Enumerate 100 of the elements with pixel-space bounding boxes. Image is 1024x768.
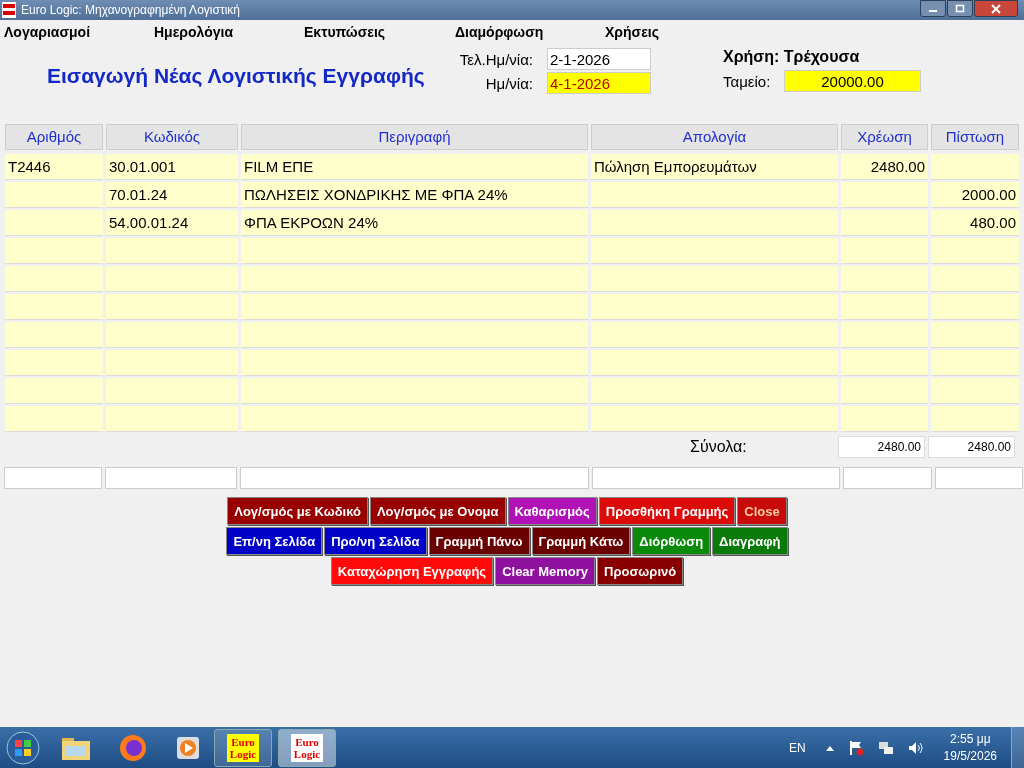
action-button[interactable]: Επ/νη Σελίδα	[226, 527, 323, 555]
clock-time[interactable]: 2:55 μμ	[950, 730, 991, 748]
table-cell[interactable]	[591, 350, 838, 376]
table-cell[interactable]	[591, 322, 838, 348]
table-cell[interactable]	[841, 406, 928, 432]
taskbar-app-button[interactable]: Euro Logic	[278, 728, 336, 767]
table-cell[interactable]	[241, 378, 588, 404]
table-cell[interactable]	[241, 266, 588, 292]
table-cell[interactable]	[931, 238, 1019, 264]
table-cell[interactable]	[106, 350, 238, 376]
table-cell[interactable]	[106, 406, 238, 432]
table-cell[interactable]: 70.01.24	[106, 182, 238, 208]
action-button[interactable]: Προ/νη Σελίδα	[324, 527, 427, 555]
table-cell[interactable]	[106, 322, 238, 348]
table-cell[interactable]	[241, 238, 588, 264]
table-cell[interactable]	[241, 406, 588, 432]
show-desktop-button[interactable]	[1011, 727, 1024, 768]
flag-icon[interactable]	[847, 739, 864, 756]
action-button[interactable]: Λογ/σμός με Κωδικό	[227, 497, 368, 525]
action-button[interactable]: Καταχώρηση Εγγραφής	[330, 557, 494, 585]
table-cell[interactable]	[841, 266, 928, 292]
table-cell[interactable]	[241, 322, 588, 348]
table-cell[interactable]	[106, 266, 238, 292]
table-cell[interactable]: ΦΠΑ ΕΚΡΟΩΝ 24%	[241, 210, 588, 236]
table-cell[interactable]: 2000.00	[931, 182, 1019, 208]
table-cell[interactable]	[931, 378, 1019, 404]
table-cell[interactable]: Πώληση Εμπορευμάτων	[591, 154, 838, 180]
minimize-button[interactable]	[920, 0, 946, 17]
table-cell[interactable]	[931, 266, 1019, 292]
table-cell[interactable]: 30.01.001	[106, 154, 238, 180]
start-button[interactable]	[6, 730, 40, 765]
table-cell[interactable]	[5, 350, 103, 376]
table-cell[interactable]	[591, 210, 838, 236]
input-field[interactable]	[592, 467, 840, 489]
input-field[interactable]	[240, 467, 589, 489]
menu-item[interactable]: Χρήσεις	[605, 24, 755, 40]
table-cell[interactable]	[841, 210, 928, 236]
table-cell[interactable]	[841, 378, 928, 404]
menu-item[interactable]: Ημερολόγια	[154, 24, 304, 40]
table-cell[interactable]: 2480.00	[841, 154, 928, 180]
taskbar-app-button[interactable]: Euro Logic	[214, 728, 272, 767]
table-cell[interactable]	[5, 238, 103, 264]
table-cell[interactable]	[841, 294, 928, 320]
table-cell[interactable]: 480.00	[931, 210, 1019, 236]
table-cell[interactable]	[5, 378, 103, 404]
menu-item[interactable]: Λογαριασμοί	[4, 24, 154, 40]
input-field[interactable]	[105, 467, 237, 489]
table-cell[interactable]: T2446	[5, 154, 103, 180]
input-field[interactable]	[4, 467, 102, 489]
action-button[interactable]: Διαγραφή	[712, 527, 788, 555]
table-cell[interactable]: ΠΩΛΗΣΕΙΣ ΧΟΝΔΡΙΚΗΣ ΜΕ ΦΠΑ 24%	[241, 182, 588, 208]
action-button[interactable]: Γραμμή Πάνω	[428, 527, 530, 555]
table-cell[interactable]	[841, 350, 928, 376]
date-field[interactable]: 4-1-2026	[547, 72, 651, 94]
table-cell[interactable]	[591, 266, 838, 292]
table-cell[interactable]	[591, 378, 838, 404]
table-cell[interactable]	[591, 294, 838, 320]
table-cell[interactable]	[931, 294, 1019, 320]
table-cell[interactable]	[241, 350, 588, 376]
action-button[interactable]: Λογ/σμός με Ονομα	[369, 497, 506, 525]
table-cell[interactable]	[106, 238, 238, 264]
table-cell[interactable]	[5, 210, 103, 236]
table-cell[interactable]	[106, 294, 238, 320]
network-icon[interactable]	[877, 739, 894, 756]
table-cell[interactable]: 54.00.01.24	[106, 210, 238, 236]
last-date-field[interactable]: 2-1-2026	[547, 48, 651, 70]
table-cell[interactable]	[5, 182, 103, 208]
table-cell[interactable]	[5, 294, 103, 320]
table-cell[interactable]	[931, 406, 1019, 432]
table-cell[interactable]	[241, 294, 588, 320]
action-button[interactable]: Γραμμή Κάτω	[531, 527, 631, 555]
table-cell[interactable]	[841, 182, 928, 208]
action-button[interactable]: Clear Memory	[495, 557, 596, 585]
menu-item[interactable]: Εκτυπώσεις	[304, 24, 455, 40]
cash-field[interactable]: 20000.00	[784, 70, 921, 92]
action-button[interactable]: Προσωρινό	[597, 557, 684, 585]
table-cell[interactable]	[931, 322, 1019, 348]
table-cell[interactable]	[931, 154, 1019, 180]
close-button[interactable]	[974, 0, 1018, 17]
table-cell[interactable]	[106, 378, 238, 404]
action-button[interactable]: Προσθήκη Γραμμής	[598, 497, 736, 525]
table-cell[interactable]	[931, 350, 1019, 376]
table-cell[interactable]	[841, 238, 928, 264]
table-cell[interactable]	[841, 322, 928, 348]
action-button[interactable]: Καθαρισμός	[507, 497, 597, 525]
browser-icon[interactable]	[118, 732, 148, 763]
menu-item[interactable]: Διαμόρφωση	[455, 24, 605, 40]
action-button[interactable]: Διόρθωση	[632, 527, 711, 555]
maximize-button[interactable]	[947, 0, 973, 17]
input-field[interactable]	[935, 467, 1023, 489]
clock-date[interactable]: 19/5/2026	[943, 747, 997, 765]
table-cell[interactable]	[591, 406, 838, 432]
table-cell[interactable]: FILM ΕΠΕ	[241, 154, 588, 180]
table-cell[interactable]	[5, 266, 103, 292]
table-cell[interactable]	[591, 238, 838, 264]
table-cell[interactable]	[591, 182, 838, 208]
language-indicator[interactable]: EN	[788, 740, 806, 755]
caret-icon[interactable]	[825, 744, 834, 751]
table-cell[interactable]	[5, 406, 103, 432]
table-cell[interactable]	[5, 322, 103, 348]
